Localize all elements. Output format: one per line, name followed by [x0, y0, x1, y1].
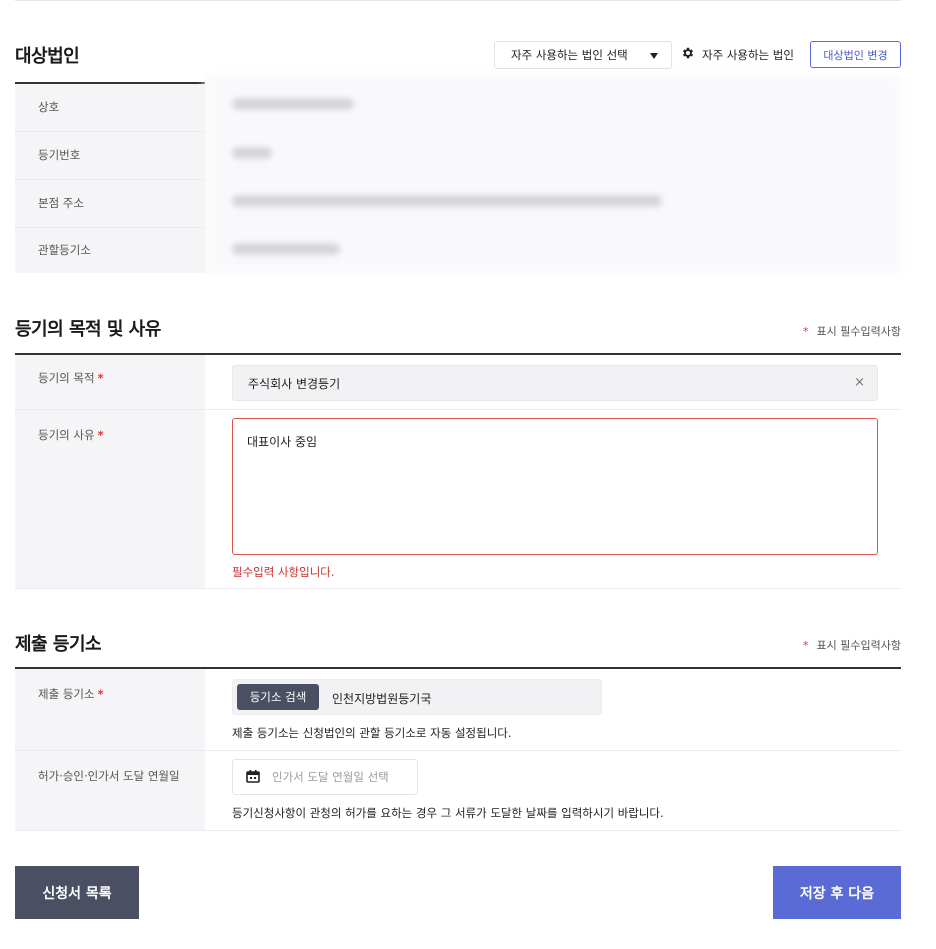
row-divider — [15, 830, 901, 831]
application-list-button[interactable]: 신청서 목록 — [15, 866, 139, 919]
redacted-office — [232, 243, 340, 255]
clear-icon[interactable]: × — [854, 375, 865, 390]
purpose-select[interactable]: 주식회사 변경등기 × — [232, 365, 878, 401]
favorite-corp-link[interactable]: 자주 사용하는 법인 — [702, 47, 794, 63]
reason-error-message: 필수입력 사항입니다. — [232, 565, 335, 579]
office-hint: 제출 등기소는 신청법인의 관할 등기소로 자동 설정됩니다. — [232, 726, 512, 740]
office-search-button[interactable]: 등기소 검색 — [237, 684, 319, 710]
favorite-corp-select-value: 자주 사용하는 법인 선택 — [511, 48, 628, 62]
reason-label: 등기의 사유 * — [15, 410, 205, 588]
gear-icon[interactable] — [681, 46, 695, 60]
purpose-select-value: 주식회사 변경등기 — [248, 376, 341, 391]
date-hint: 등기신청사항이 관청의 허가를 요하는 경우 그 서류가 도달한 날짜를 입력하… — [232, 806, 664, 820]
redacted-reg-no — [232, 147, 272, 159]
top-divider — [15, 0, 901, 1]
redacted-corp-name — [232, 98, 354, 110]
row-divider — [15, 588, 901, 589]
caret-down-icon — [650, 53, 658, 59]
purpose-section-title: 등기의 목적 및 사유 — [15, 319, 161, 340]
office-section-title: 제출 등기소 — [15, 634, 102, 655]
corp-label-address: 본점 주소 — [15, 180, 205, 227]
save-next-button[interactable]: 저장 후 다음 — [773, 866, 901, 919]
corp-label-office: 관할등기소 — [15, 228, 205, 273]
required-note: * 표시 필수입력사항 — [803, 639, 901, 652]
purpose-label: 등기의 목적 * — [15, 355, 205, 409]
change-corp-button[interactable]: 대상법인 변경 — [810, 41, 901, 68]
corp-section-title: 대상법인 — [15, 46, 80, 67]
date-placeholder: 인가서 도달 연월일 선택 — [272, 770, 389, 784]
calendar-icon — [246, 770, 260, 783]
office-value: 인천지방법원등기국 — [332, 692, 432, 706]
corp-label-reg-no: 등기번호 — [15, 132, 205, 179]
date-label: 허가·승인·인가서 도달 연월일 — [15, 751, 205, 831]
favorite-corp-select[interactable]: 자주 사용하는 법인 선택 — [494, 41, 672, 69]
corp-label-name: 상호 — [15, 84, 205, 131]
office-label: 제출 등기소 * — [15, 669, 205, 750]
required-note: * 표시 필수입력사항 — [803, 325, 901, 338]
reason-textarea[interactable]: 대표이사 중임 — [232, 418, 878, 555]
redacted-address — [232, 195, 662, 207]
